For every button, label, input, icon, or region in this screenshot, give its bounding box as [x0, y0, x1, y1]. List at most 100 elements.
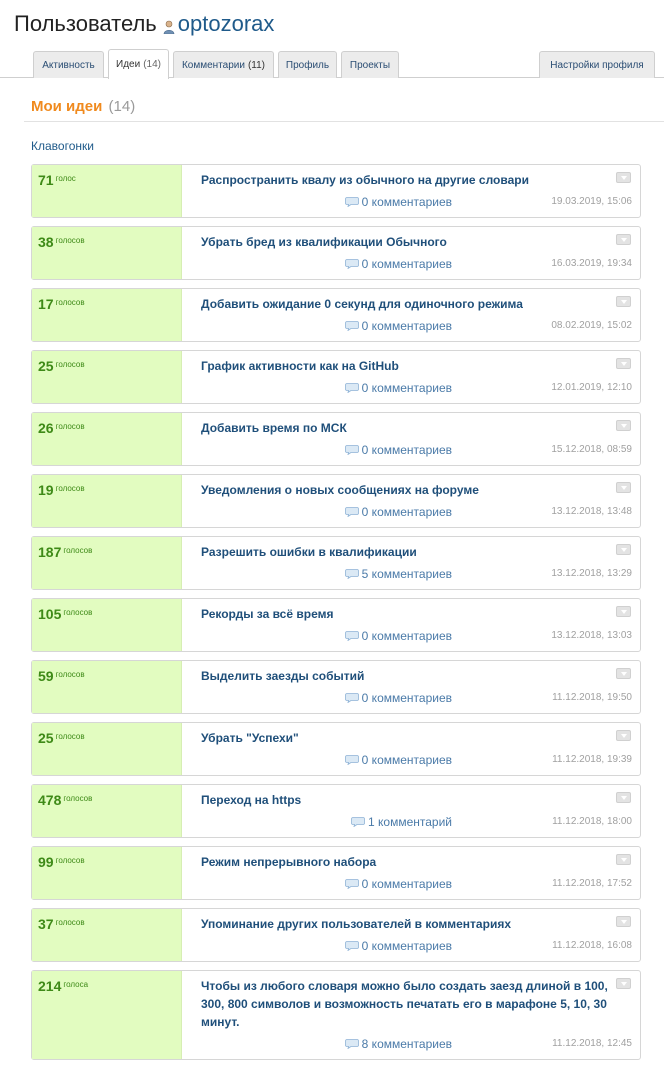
vote-number: 214 [38, 978, 62, 994]
idea-title-link[interactable]: Разрешить ошибки в квалификации [201, 543, 611, 561]
vote-box[interactable]: 17 голосов [32, 289, 182, 341]
tab-label: Идеи [116, 59, 141, 70]
idea-title-link[interactable]: Рекорды за всё время [201, 605, 611, 623]
vote-word: голосов [55, 732, 85, 741]
dropdown-arrow-icon[interactable] [616, 296, 631, 307]
vote-box[interactable]: 105 голосов [32, 599, 182, 651]
idea-date: 16.03.2019, 19:34 [551, 258, 632, 269]
dropdown-arrow-icon[interactable] [616, 544, 631, 555]
vote-box[interactable]: 71 голос [32, 165, 182, 217]
profile-tabs: Активность Идеи (14) Комментарии (11) Пр… [0, 49, 664, 79]
idea-title-link[interactable]: График активности как на GitHub [201, 357, 611, 375]
idea-title-link[interactable]: Упоминание других пользователей в коммен… [201, 915, 611, 933]
vote-count: 17 голосов [38, 296, 85, 312]
dropdown-arrow-icon[interactable] [616, 420, 631, 431]
vote-count: 19 голосов [38, 482, 85, 498]
comments-link[interactable]: 0 комментариев [344, 939, 452, 953]
idea-item: 187 голосов Разрешить ошибки в квалификаци… [31, 536, 641, 590]
tab-label: Профиль [285, 59, 330, 71]
vote-box[interactable]: 214 голоса [32, 971, 182, 1059]
idea-title-link[interactable]: Убрать "Успехи" [201, 729, 611, 747]
idea-title-link[interactable]: Добавить ожидание 0 секунд для одиночног… [201, 295, 611, 313]
vote-number: 478 [38, 792, 62, 808]
idea-item: 25 голосов Убрать "Успехи" 0 комментариев 11… [31, 722, 641, 776]
idea-date: 11.12.2018, 12:45 [552, 1038, 632, 1049]
vote-box[interactable]: 37 голосов [32, 909, 182, 961]
tab-profile[interactable]: Профиль [278, 51, 337, 78]
dropdown-arrow-icon[interactable] [616, 606, 631, 617]
idea-title-link[interactable]: Переход на https [201, 791, 611, 809]
tab-label: Проекты [349, 59, 391, 71]
tab-ideas[interactable]: Идеи (14) [108, 49, 169, 79]
comments-count: 1 комментарий [368, 815, 452, 829]
comments-link[interactable]: 5 комментариев [344, 567, 452, 581]
comments-count: 0 комментариев [361, 939, 452, 953]
vote-box[interactable]: 25 голосов [32, 351, 182, 403]
vote-box[interactable]: 59 голосов [32, 661, 182, 713]
idea-item: 478 голосов Переход на https 1 комментарий 1… [31, 784, 641, 838]
comments-link[interactable]: 0 комментариев [344, 195, 452, 209]
comment-bubble-icon [344, 197, 359, 207]
comments-link[interactable]: 8 комментариев [344, 1037, 452, 1051]
comments-link[interactable]: 0 комментариев [344, 381, 452, 395]
vote-word: голосов [55, 298, 85, 307]
comments-link[interactable]: 0 комментариев [344, 257, 452, 271]
dropdown-arrow-icon[interactable] [616, 358, 631, 369]
vote-count: 59 голосов [38, 668, 85, 684]
tab-label: Активность [42, 59, 95, 71]
comment-bubble-icon [344, 321, 359, 331]
comments-count: 0 комментариев [361, 629, 452, 643]
comments-link[interactable]: 0 комментариев [344, 443, 452, 457]
dropdown-arrow-icon[interactable] [616, 668, 631, 679]
comments-link[interactable]: 0 комментариев [344, 505, 452, 519]
tab-projects[interactable]: Проекты [341, 51, 399, 78]
vote-count: 25 голосов [38, 358, 85, 374]
section-title: Мои идеи (14) [31, 98, 135, 115]
idea-item: 214 голоса Чтобы из любого словаря можно б… [31, 970, 641, 1060]
idea-date: 08.02.2019, 15:02 [551, 320, 632, 331]
comments-link[interactable]: 0 комментариев [344, 319, 452, 333]
idea-date: 13.12.2018, 13:03 [551, 630, 632, 641]
vote-box[interactable]: 19 голосов [32, 475, 182, 527]
idea-title-link[interactable]: Чтобы из любого словаря можно было созда… [201, 977, 611, 1031]
idea-title-link[interactable]: Добавить время по МСК [201, 419, 611, 437]
vote-box[interactable]: 26 голосов [32, 413, 182, 465]
dropdown-arrow-icon[interactable] [616, 978, 631, 989]
comments-link[interactable]: 0 комментариев [344, 753, 452, 767]
tab-activity[interactable]: Активность [33, 51, 104, 78]
idea-date: 13.12.2018, 13:48 [551, 506, 632, 517]
dropdown-arrow-icon[interactable] [616, 172, 631, 183]
vote-number: 105 [38, 606, 62, 622]
username-link[interactable]: optozorax [178, 11, 275, 37]
dropdown-arrow-icon[interactable] [616, 482, 631, 493]
vote-number: 37 [38, 916, 54, 932]
comments-link[interactable]: 0 комментариев [344, 629, 452, 643]
vote-number: 71 [38, 172, 54, 188]
vote-box[interactable]: 25 голосов [32, 723, 182, 775]
comments-link[interactable]: 1 комментарий [351, 815, 452, 829]
tab-profile-settings[interactable]: Настройки профиля [539, 51, 655, 78]
comments-link[interactable]: 0 комментариев [344, 877, 452, 891]
vote-count: 214 голоса [38, 978, 88, 994]
dropdown-arrow-icon[interactable] [616, 916, 631, 927]
comments-count: 5 комментариев [361, 567, 452, 581]
idea-title-link[interactable]: Убрать бред из квалификации Обычного [201, 233, 611, 251]
vote-box[interactable]: 99 голосов [32, 847, 182, 899]
idea-title-link[interactable]: Выделить заезды событий [201, 667, 611, 685]
idea-title-link[interactable]: Распространить квалу из обычного на друг… [201, 171, 611, 189]
idea-title-link[interactable]: Уведомления о новых сообщениях на форуме [201, 481, 611, 499]
vote-box[interactable]: 478 голосов [32, 785, 182, 837]
dropdown-arrow-icon[interactable] [616, 854, 631, 865]
group-link[interactable]: Клавогонки [31, 139, 94, 153]
vote-number: 187 [38, 544, 62, 560]
dropdown-arrow-icon[interactable] [616, 234, 631, 245]
idea-title-link[interactable]: Режим непрерывного набора [201, 853, 611, 871]
vote-box[interactable]: 38 голосов [32, 227, 182, 279]
comments-link[interactable]: 0 комментариев [344, 691, 452, 705]
section-count: (14) [108, 98, 136, 115]
vote-box[interactable]: 187 голосов [32, 537, 182, 589]
dropdown-arrow-icon[interactable] [616, 792, 631, 803]
dropdown-arrow-icon[interactable] [616, 730, 631, 741]
comment-bubble-icon [344, 693, 359, 703]
tab-comments[interactable]: Комментарии (11) [173, 51, 274, 78]
